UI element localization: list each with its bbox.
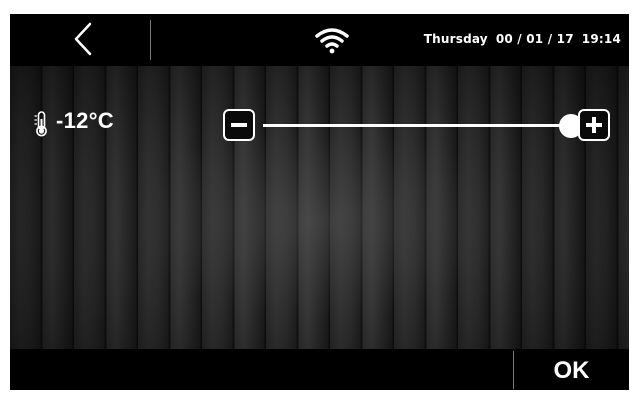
chevron-left-icon [74,22,92,56]
time-label: 19:14 [581,32,621,46]
ok-button[interactable]: OK [514,349,629,390]
device-screen: Thursday 00 / 01 / 17 19:14 -12°C OK [10,14,629,390]
wifi-icon [315,28,349,54]
top-bar: Thursday 00 / 01 / 17 19:14 [10,14,629,66]
main-panel: -12°C [10,66,629,349]
top-divider [150,20,151,60]
increase-button[interactable] [578,109,610,141]
day-label: Thursday [423,32,488,46]
date-time: Thursday 00 / 01 / 17 19:14 [424,32,621,46]
bottom-bar: OK [10,349,629,390]
minus-icon [231,123,247,127]
decrease-button[interactable] [223,109,255,141]
temperature-slider[interactable] [263,114,583,138]
wifi-indicator [315,26,349,54]
thermometer-icon [34,111,47,137]
temperature-value: -12°C [56,108,114,133]
slider-track [263,124,571,127]
date-label: 00 / 01 / 17 [495,32,574,46]
back-button[interactable] [68,20,102,60]
